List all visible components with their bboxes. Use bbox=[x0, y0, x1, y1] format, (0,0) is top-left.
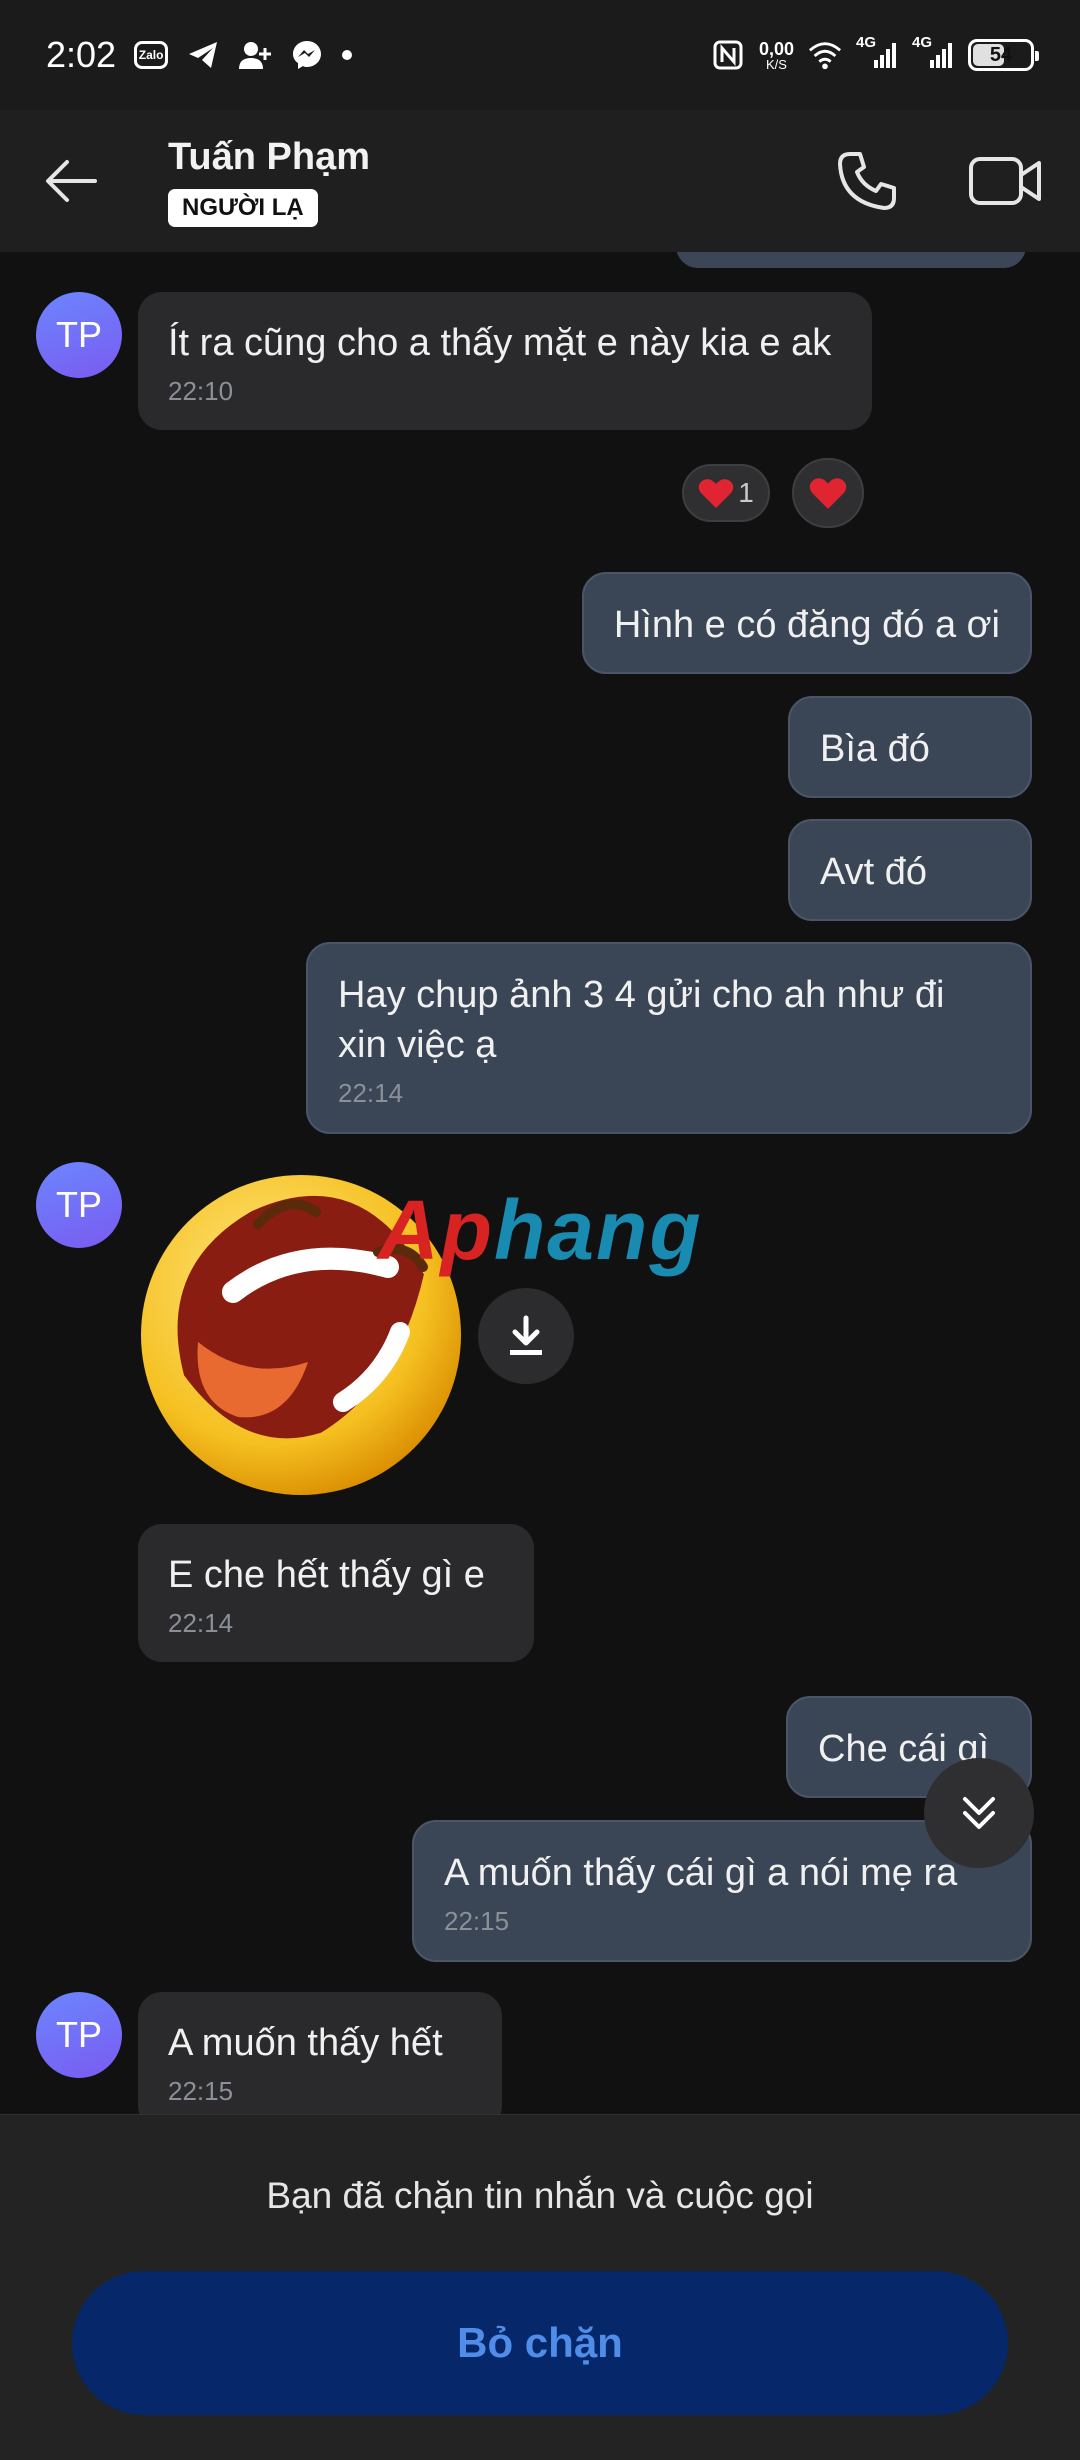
message-bubble[interactable]: Hay chụp ảnh 3 4 gửi cho ah như đi xin v… bbox=[306, 942, 1032, 1134]
network-type-2: 4G bbox=[912, 34, 933, 51]
contact-name: Tuấn Phạm bbox=[168, 135, 370, 178]
previous-message-bubble bbox=[676, 252, 1026, 268]
battery-percent: 54 bbox=[989, 43, 1013, 66]
react-heart-button[interactable] bbox=[792, 458, 864, 528]
battery-icon: 54 bbox=[968, 39, 1039, 71]
messenger-icon bbox=[290, 38, 324, 72]
watermark: Aphang bbox=[378, 1182, 703, 1279]
network-speed-unit: K/S bbox=[765, 56, 787, 72]
message-bubble[interactable]: Ít ra cũng cho a thấy mặt e này kia e ak… bbox=[138, 292, 872, 430]
scroll-to-bottom-button[interactable] bbox=[924, 1758, 1034, 1868]
header-actions bbox=[828, 142, 1044, 220]
watermark-part-1: Ap bbox=[378, 1183, 494, 1277]
nfc-icon bbox=[711, 38, 745, 72]
zalo-icon: Zalo bbox=[134, 41, 169, 69]
contact-title[interactable]: Tuấn Phạm NGƯỜI LẠ bbox=[168, 136, 370, 227]
download-button[interactable] bbox=[478, 1288, 574, 1384]
heart-icon bbox=[809, 478, 847, 509]
message-time: 22:15 bbox=[168, 2076, 234, 2106]
avatar[interactable]: TP bbox=[36, 292, 122, 378]
wifi-icon bbox=[808, 38, 842, 72]
telegram-icon bbox=[186, 38, 220, 72]
message-text: Bìa đó bbox=[820, 728, 930, 770]
watermark-part-2: hang bbox=[493, 1183, 703, 1277]
status-bar: 2:02 Zalo 0,00 K/S 4G 4G 54 bbox=[0, 0, 1080, 110]
network-speed: 0,00 K/S bbox=[759, 40, 794, 71]
message-bubble[interactable]: Avt đó bbox=[788, 819, 1032, 921]
reaction-number: 1 bbox=[738, 477, 754, 508]
message-time: 22:14 bbox=[338, 1078, 404, 1108]
stranger-badge: NGƯỜI LẠ bbox=[168, 188, 318, 227]
back-button[interactable] bbox=[36, 146, 106, 216]
message-time: 22:15 bbox=[444, 1906, 510, 1936]
status-time: 2:02 bbox=[46, 34, 117, 75]
message-text: Avt đó bbox=[820, 851, 928, 893]
message-bubble[interactable]: E che hết thấy gì e 22:14 bbox=[138, 1524, 534, 1662]
message-text: E che hết thấy gì e bbox=[168, 1554, 485, 1596]
message-text: Hình e có đăng đó a ơi bbox=[613, 604, 1000, 646]
message-text: A muốn thấy cái gì a nói mẹ ra bbox=[444, 1852, 958, 1894]
message-bubble[interactable]: A muốn thấy hết 22:15 bbox=[138, 1992, 502, 2114]
message-list[interactable]: TP Ít ra cũng cho a thấy mặt e này kia e… bbox=[0, 252, 1080, 2114]
network-type-1: 4G bbox=[856, 34, 877, 51]
unblock-button[interactable]: Bỏ chặn bbox=[72, 2271, 1008, 2415]
reaction-count[interactable]: 1 bbox=[682, 464, 770, 522]
network-speed-value: 0,00 bbox=[758, 38, 794, 59]
heart-icon bbox=[698, 479, 734, 508]
download-icon bbox=[510, 1315, 542, 1355]
notification-icons: Zalo bbox=[134, 38, 353, 72]
double-chevron-down-icon bbox=[963, 1797, 995, 1829]
avatar[interactable]: TP bbox=[36, 1992, 122, 2078]
signal-icon-1: 4G bbox=[856, 34, 898, 72]
arrow-left-icon bbox=[46, 160, 97, 202]
blocked-notice: Bạn đã chặn tin nhắn và cuộc gọi bbox=[266, 2175, 814, 2216]
message-bubble[interactable]: Hình e có đăng đó a ơi bbox=[581, 572, 1032, 674]
message-time: 22:14 bbox=[168, 1608, 234, 1638]
avatar[interactable]: TP bbox=[36, 1162, 122, 1248]
more-notifications-dot bbox=[342, 50, 353, 60]
message-text: Ít ra cũng cho a thấy mặt e này kia e ak bbox=[168, 322, 832, 364]
add-contact-icon bbox=[238, 38, 272, 72]
blocked-footer: Bạn đã chặn tin nhắn và cuộc gọi Bỏ chặn bbox=[0, 2114, 1080, 2460]
system-status: 0,00 K/S 4G 4G 54 bbox=[711, 34, 1039, 72]
message-bubble[interactable]: Bìa đó bbox=[788, 696, 1032, 798]
message-text: A muốn thấy hết bbox=[168, 2022, 443, 2064]
message-time: 22:10 bbox=[168, 376, 234, 406]
video-call-button[interactable] bbox=[966, 142, 1044, 220]
chat-header: Tuấn Phạm NGƯỜI LẠ bbox=[0, 110, 1080, 252]
video-camera-icon bbox=[969, 157, 1041, 205]
signal-icon-2: 4G bbox=[912, 34, 954, 72]
phone-icon bbox=[838, 152, 896, 210]
voice-call-button[interactable] bbox=[828, 142, 906, 220]
message-text: Hay chụp ảnh 3 4 gửi cho ah như đi xin v… bbox=[338, 974, 945, 1066]
